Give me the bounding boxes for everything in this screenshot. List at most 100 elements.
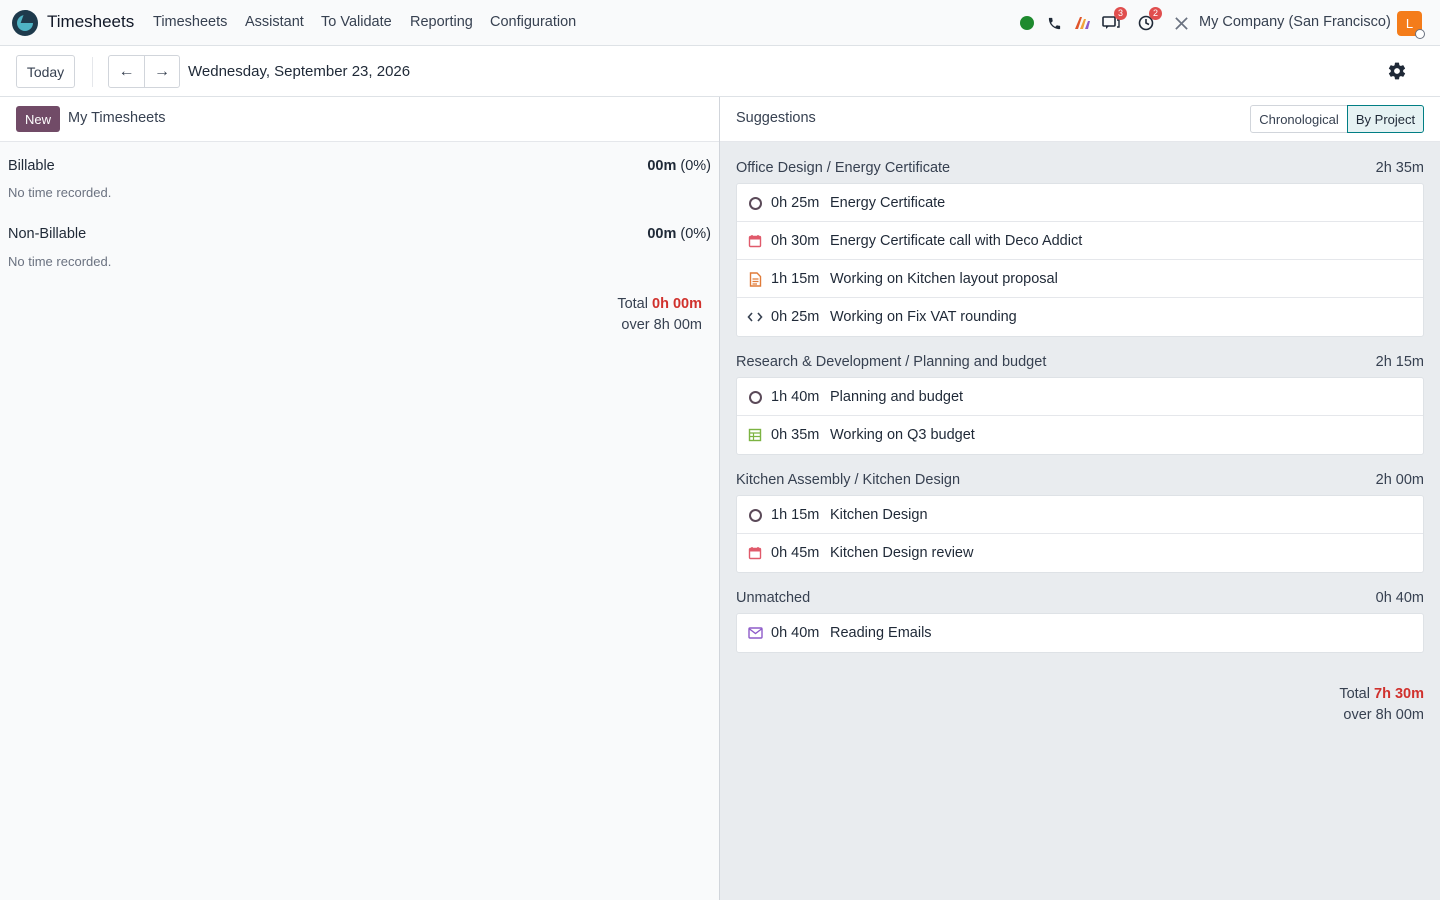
tools-icon[interactable] <box>1172 12 1190 34</box>
suggestion-label: Reading Emails <box>830 625 932 641</box>
timesheets-logo-icon[interactable] <box>12 10 38 36</box>
current-date: Wednesday, September 23, 2026 <box>188 63 411 80</box>
left-total-value: 0h 00m <box>652 296 702 312</box>
menu-reporting[interactable]: Reporting <box>410 14 473 30</box>
calendar-icon <box>747 233 763 249</box>
avatar-letter: L <box>1405 16 1414 31</box>
top-navbar: Timesheets Timesheets Assistant To Valid… <box>0 0 1440 46</box>
messages-icon[interactable]: 3 <box>1101 7 1127 34</box>
suggestions-total-value: 7h 30m <box>1374 686 1424 702</box>
app-name[interactable]: Timesheets <box>47 12 134 32</box>
new-button[interactable]: New <box>16 106 60 132</box>
avatar-status-icon <box>1415 29 1425 39</box>
document-icon <box>747 271 763 287</box>
suggestion-row[interactable]: 1h 40m Planning and budget <box>737 378 1423 416</box>
left-over-target: over 8h 00m <box>621 317 702 333</box>
suggestion-duration: 0h 40m <box>771 625 820 641</box>
task-circle-icon <box>747 389 763 405</box>
menu-assistant[interactable]: Assistant <box>245 14 304 30</box>
activity-clock-icon[interactable]: 2 <box>1136 7 1162 34</box>
task-circle-icon <box>747 507 763 523</box>
suggestion-row[interactable]: 0h 45m Kitchen Design review <box>737 534 1423 572</box>
group-total: 0h 40m <box>1375 590 1424 606</box>
today-button[interactable]: Today <box>16 55 75 88</box>
suggestion-row[interactable]: 1h 15m Working on Kitchen layout proposa… <box>737 260 1423 298</box>
non-billable-percent: (0%) <box>680 226 711 242</box>
suggestion-label: Kitchen Design review <box>830 545 974 561</box>
menu-timesheets[interactable]: Timesheets <box>153 14 227 30</box>
suggestion-row[interactable]: 0h 40m Reading Emails <box>737 614 1423 652</box>
group-total: 2h 35m <box>1375 160 1424 176</box>
user-avatar[interactable]: L <box>1397 11 1425 39</box>
arrow-right-icon: → <box>154 62 170 80</box>
suggestions-over-target: over 8h 00m <box>1343 707 1424 723</box>
group-total: 2h 15m <box>1375 354 1424 370</box>
suggestions-total: Total 7h 30m <box>1339 686 1424 702</box>
billable-percent: (0%) <box>680 158 711 174</box>
calendar-icon <box>747 545 763 561</box>
chronological-toggle[interactable]: Chronological <box>1250 105 1348 133</box>
control-separator <box>92 57 93 87</box>
phone-icon[interactable] <box>1045 12 1063 34</box>
suggestion-row[interactable]: 0h 30m Energy Certificate call with Deco… <box>737 222 1423 260</box>
my-timesheets-title: My Timesheets <box>68 110 166 126</box>
group-title: Office Design / Energy Certificate <box>736 160 951 176</box>
suggestion-label: Working on Fix VAT rounding <box>830 309 1017 325</box>
suggestion-group-card: 0h 40m Reading Emails <box>736 613 1424 653</box>
company-switcher[interactable]: My Company (San Francisco) <box>1199 14 1391 30</box>
non-billable-duration: 00m <box>647 226 677 242</box>
task-circle-icon <box>747 195 763 211</box>
suggestion-row[interactable]: 0h 25m Working on Fix VAT rounding <box>737 298 1423 336</box>
left-total: Total 0h 00m <box>617 296 702 312</box>
suggestion-label: Planning and budget <box>830 389 964 405</box>
suggestion-label: Energy Certificate call with Deco Addict <box>830 233 1083 249</box>
suggestion-duration: 0h 25m <box>771 309 820 325</box>
billable-empty-text: No time recorded. <box>8 185 112 200</box>
suggestion-duration: 1h 15m <box>771 271 820 287</box>
next-day-button[interactable]: → <box>144 55 180 88</box>
suggestion-row[interactable]: 1h 15m Kitchen Design <box>737 496 1423 534</box>
group-title: Research & Development / Planning and bu… <box>736 354 1047 370</box>
code-icon <box>747 309 763 325</box>
suggestion-duration: 0h 30m <box>771 233 820 249</box>
ai-icon[interactable] <box>1072 12 1092 34</box>
my-timesheets-pane: New My Timesheets Billable 00m (0%) No t… <box>0 97 719 900</box>
arrow-left-icon: ← <box>118 62 135 80</box>
menu-configuration[interactable]: Configuration <box>490 14 576 30</box>
suggestion-duration: 1h 15m <box>771 507 820 523</box>
suggestions-title: Suggestions <box>736 110 816 126</box>
non-billable-empty-text: No time recorded. <box>8 254 112 269</box>
suggestions-total-label: Total <box>1339 686 1370 702</box>
spreadsheet-icon <box>747 427 763 443</box>
my-timesheets-header: New My Timesheets <box>0 97 719 142</box>
group-total: 2h 00m <box>1375 472 1424 488</box>
group-title: Unmatched <box>736 590 811 606</box>
activities-badge: 2 <box>1149 7 1162 20</box>
billable-label: Billable <box>8 158 55 174</box>
suggestion-label: Energy Certificate <box>830 195 946 211</box>
suggestions-header: Suggestions Chronological By Project <box>720 97 1440 142</box>
gear-icon[interactable] <box>1387 61 1407 81</box>
suggestion-label: Working on Kitchen layout proposal <box>830 271 1058 287</box>
suggestions-pane: Suggestions Chronological By Project Off… <box>720 97 1440 900</box>
suggestion-label: Working on Q3 budget <box>830 427 975 443</box>
suggestion-row[interactable]: 0h 25m Energy Certificate <box>737 184 1423 222</box>
by-project-toggle[interactable]: By Project <box>1347 105 1424 133</box>
left-total-label: Total <box>617 296 648 312</box>
suggestion-duration: 0h 25m <box>771 195 820 211</box>
suggestion-group-card: 0h 25m Energy Certificate 0h 30m Energy … <box>736 183 1424 337</box>
previous-day-button[interactable]: ← <box>108 55 145 88</box>
suggestion-row[interactable]: 0h 35m Working on Q3 budget <box>737 416 1423 454</box>
control-bar: Today ← → Wednesday, September 23, 2026 <box>0 47 1440 97</box>
billable-value: 00m (0%) <box>647 158 711 174</box>
envelope-icon <box>747 625 763 641</box>
suggestion-group-card: 1h 15m Kitchen Design 0h 45m Kitchen Des… <box>736 495 1424 573</box>
billable-duration: 00m <box>647 158 677 174</box>
suggestion-label: Kitchen Design <box>830 507 928 523</box>
status-online-icon[interactable] <box>1020 12 1034 34</box>
non-billable-label: Non-Billable <box>8 226 87 242</box>
suggestion-group-card: 1h 40m Planning and budget 0h 35m Workin… <box>736 377 1424 455</box>
menu-to-validate[interactable]: To Validate <box>321 14 392 30</box>
messages-badge: 3 <box>1114 7 1127 20</box>
non-billable-value: 00m (0%) <box>647 226 711 242</box>
